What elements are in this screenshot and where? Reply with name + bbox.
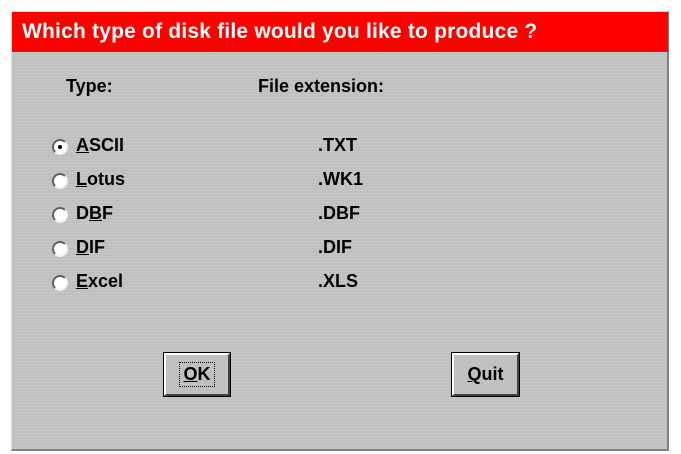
radio-dbf[interactable] — [52, 207, 68, 223]
hotkey-letter: A — [76, 135, 89, 155]
disk-file-dialog: Which type of disk file would you like t… — [11, 11, 669, 451]
title-bar: Which type of disk file would you like t… — [12, 12, 668, 52]
ok-button[interactable]: OK — [163, 352, 231, 397]
hotkey-letter: Q — [467, 364, 482, 384]
radio-ascii[interactable] — [52, 139, 68, 155]
label-rest: xcel — [88, 271, 124, 291]
radio-dif[interactable] — [52, 241, 68, 257]
extension-ascii: .TXT — [318, 135, 357, 155]
quit-button[interactable]: Quit — [451, 352, 520, 397]
radio-excel[interactable] — [52, 275, 68, 291]
extension-lotus: .WK1 — [318, 169, 363, 189]
label-rest: SCII — [89, 135, 125, 155]
option-label-dif[interactable]: DIF — [76, 237, 105, 258]
quit-button-label: Quit — [464, 363, 506, 386]
label-rest: otus — [87, 169, 125, 189]
hotkey-letter: D — [76, 237, 89, 257]
option-ascii[interactable]: ASCII .TXT — [52, 135, 412, 163]
option-dif[interactable]: DIF .DIF — [52, 237, 412, 265]
extension-excel: .XLS — [318, 271, 359, 291]
radio-selected-dot — [58, 145, 62, 149]
label-rest: F — [102, 203, 113, 223]
button-label-rest: uit — [481, 364, 504, 384]
option-label-ascii[interactable]: ASCII — [76, 135, 124, 156]
hotkey-letter: O — [183, 364, 198, 384]
ok-button-focus-label: OK — [179, 362, 215, 387]
hotkey-letter: B — [89, 203, 102, 223]
option-dbf[interactable]: DBF .DBF — [52, 203, 412, 231]
extension-dbf: .DBF — [318, 203, 360, 223]
option-label-excel[interactable]: Excel — [76, 271, 123, 292]
radio-lotus[interactable] — [52, 173, 68, 189]
option-label-dbf[interactable]: DBF — [76, 203, 113, 224]
hotkey-letter: L — [76, 169, 87, 189]
hotkey-letter: E — [76, 271, 89, 291]
option-excel[interactable]: Excel .XLS — [52, 271, 412, 299]
label-rest: IF — [89, 237, 105, 257]
extension-dif: .DIF — [318, 237, 352, 257]
button-label-rest: K — [197, 364, 211, 384]
extension-column-header: File extension: — [258, 76, 385, 96]
option-lotus[interactable]: Lotus .WK1 — [52, 169, 412, 197]
option-label-lotus[interactable]: Lotus — [76, 169, 125, 190]
label-first: D — [76, 203, 89, 223]
type-column-header: Type: — [66, 76, 113, 96]
dialog-title: Which type of disk file would you like t… — [22, 20, 538, 43]
